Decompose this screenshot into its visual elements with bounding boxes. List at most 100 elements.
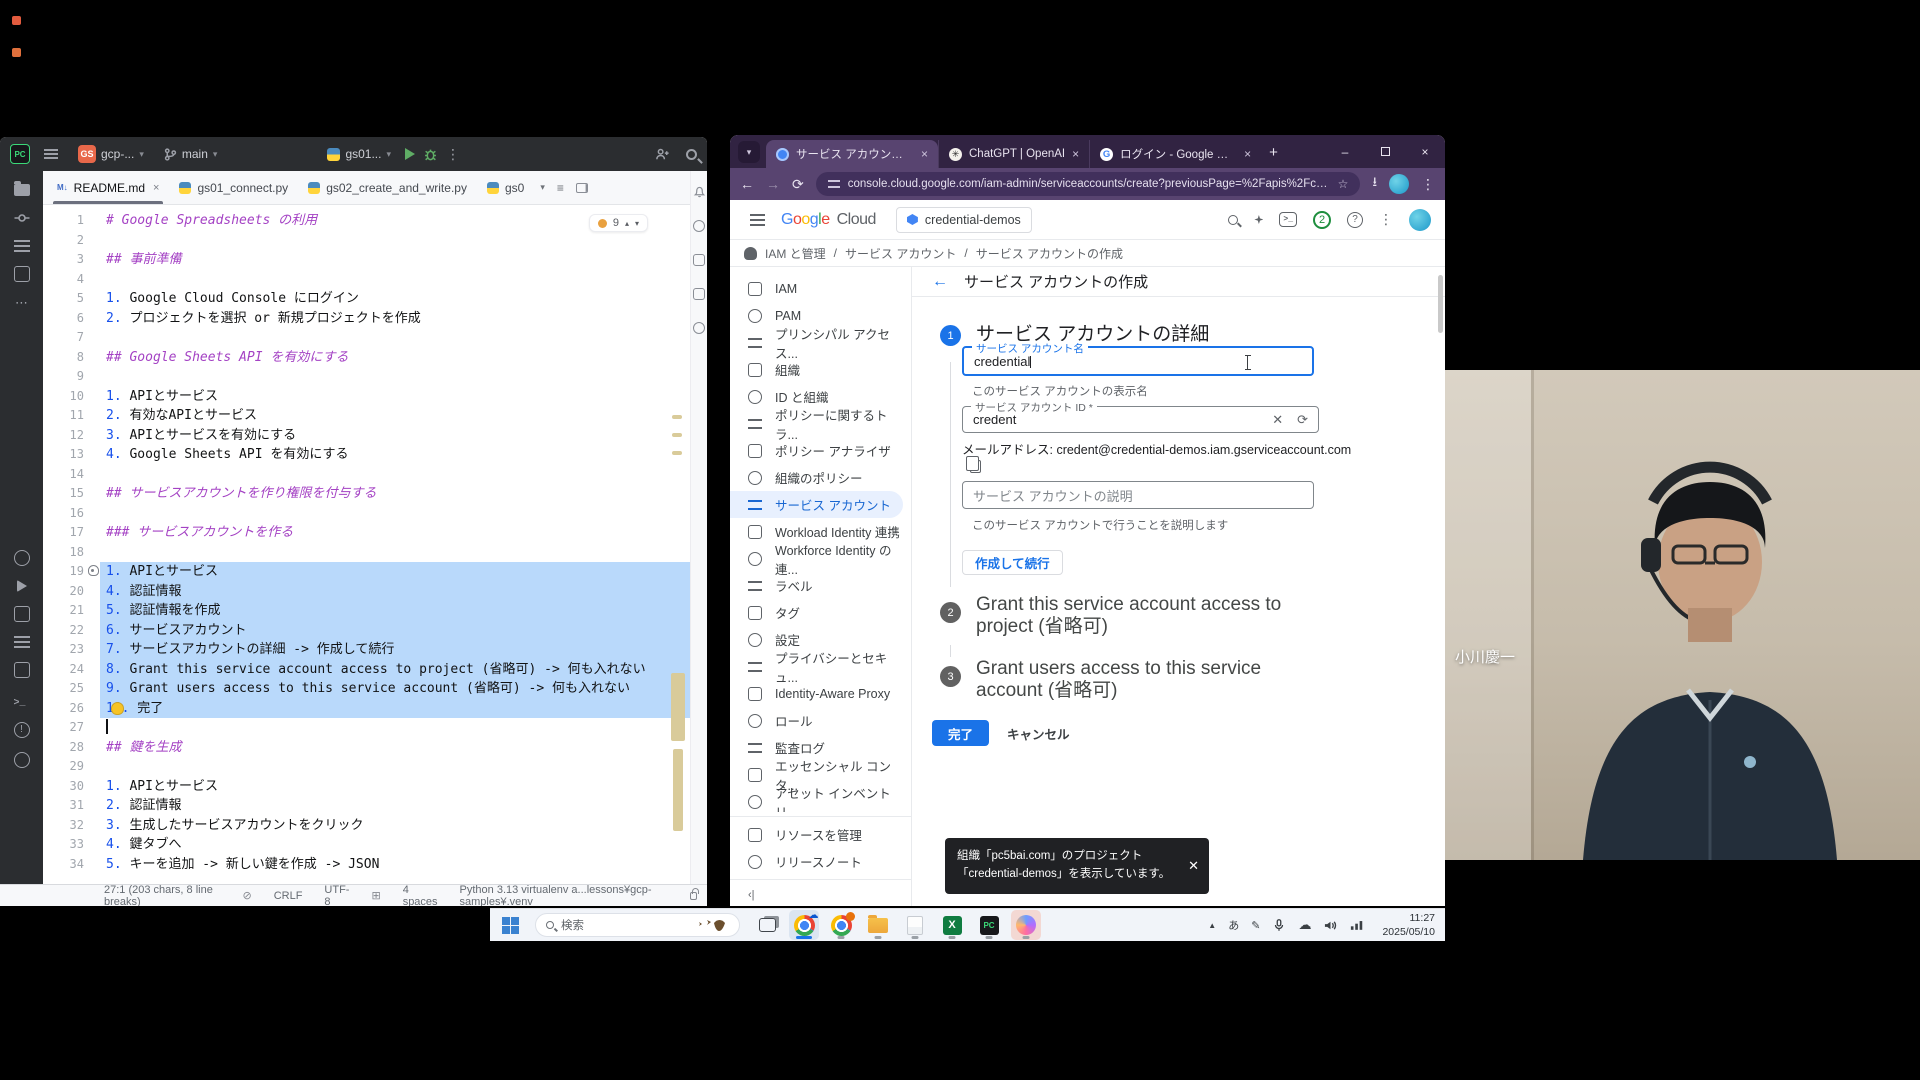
search-everywhere-icon[interactable] — [686, 149, 697, 160]
gemini-icon[interactable] — [1254, 215, 1263, 224]
nav-menu-icon[interactable] — [750, 219, 765, 221]
editor-line[interactable]: 301. APIとサービス — [43, 777, 690, 797]
taskbar-chrome-work[interactable] — [789, 910, 819, 940]
taskbar-excel[interactable] — [937, 910, 967, 940]
editor-line[interactable]: 17### サービスアカウントを作る — [43, 523, 690, 543]
editor-line[interactable]: 123. APIとサービスを有効にする — [43, 426, 690, 446]
sidebar-item[interactable]: ロール — [730, 707, 903, 734]
editor-line[interactable]: 101. APIとサービス — [43, 387, 690, 407]
run-button[interactable] — [405, 148, 415, 160]
editor-tab[interactable]: M↓README.md× — [47, 171, 169, 204]
editor-line[interactable]: 345. キーを追加 -> 新しい鍵を作成 -> JSON — [43, 855, 690, 875]
editor-line[interactable]: 334. 鍵タブへ — [43, 835, 690, 855]
tab-search-icon[interactable]: ▾ — [738, 141, 760, 163]
description-field[interactable]: サービス アカウントの説明 — [962, 481, 1314, 509]
reload-icon[interactable]: ⟳ — [792, 176, 804, 193]
editor-line[interactable]: 323. 生成したサービスアカウントをクリック — [43, 816, 690, 836]
sidebar-item[interactable]: 組織のポリシー — [730, 464, 903, 491]
hidden-tabs-chevron-icon[interactable]: ▾ — [540, 182, 545, 193]
sidebar-item[interactable]: サービス アカウント — [730, 491, 903, 518]
taskbar-chrome-personal[interactable] — [826, 910, 856, 940]
back-icon[interactable]: ← — [740, 176, 754, 192]
new-tab-button[interactable]: + — [1269, 144, 1278, 161]
editor-line[interactable]: 28## 鍵を生成 — [43, 738, 690, 758]
debug-button[interactable] — [423, 147, 438, 162]
editor-line[interactable]: 8## Google Sheets API を有効にする — [43, 348, 690, 368]
editor-line[interactable]: 15## サービスアカウントを作り権限を付与する — [43, 484, 690, 504]
sidebar-item[interactable]: ポリシー アナライザ — [730, 437, 903, 464]
python-interpreter[interactable]: Python 3.13 virtualenv a...lessons¥gcp-s… — [460, 884, 668, 907]
minimize-button[interactable]: – — [1325, 135, 1365, 168]
split-editor-icon[interactable] — [576, 183, 588, 193]
python-packages-tool-icon[interactable] — [14, 606, 30, 622]
close-tab-icon[interactable]: × — [1072, 147, 1079, 161]
editor-tab[interactable]: gs02_create_and_write.py — [298, 171, 477, 204]
copy-icon[interactable] — [970, 460, 981, 473]
ai-chat-tool-icon[interactable] — [693, 220, 705, 232]
editor-scrollbar[interactable] — [668, 205, 690, 884]
project-picker[interactable]: credential-demos — [896, 207, 1032, 233]
refresh-id-icon[interactable]: ⟳ — [1297, 412, 1308, 428]
taskbar-notepad[interactable] — [900, 910, 930, 940]
sidebar-collapse-icon[interactable]: ‹| — [730, 884, 911, 906]
structure-tool-icon[interactable] — [14, 240, 30, 252]
pen-icon[interactable]: ✎ — [1251, 919, 1260, 932]
indent-style[interactable]: 4 spaces — [403, 884, 438, 907]
cloud-shell-icon[interactable]: >_ — [1279, 212, 1297, 227]
editor-line[interactable]: 14 — [43, 465, 690, 485]
inspections-widget[interactable]: 9 ▴ ▾ — [589, 214, 648, 232]
editor-line[interactable]: 18 — [43, 543, 690, 563]
editor-line[interactable]: 16 — [43, 504, 690, 524]
editor-line[interactable]: 7 — [43, 328, 690, 348]
onedrive-cloud-icon[interactable]: ☁ — [1298, 917, 1311, 933]
database-stripe-icon[interactable] — [693, 254, 705, 266]
editor-line[interactable]: 27 — [43, 718, 690, 738]
close-tab-icon[interactable]: × — [153, 182, 159, 194]
tab-options-icon[interactable]: ≡ — [557, 181, 564, 195]
lock-icon[interactable] — [690, 892, 697, 900]
start-button[interactable] — [502, 917, 519, 934]
editor-line[interactable]: 4 — [43, 270, 690, 290]
taskbar-task-view[interactable] — [752, 910, 782, 940]
sidebar-item[interactable]: ポリシーに関するトラ... — [730, 410, 903, 437]
browser-tab[interactable]: ChatGPT | OpenAI× — [938, 140, 1089, 168]
vcs-tool-icon[interactable] — [14, 752, 30, 768]
breadcrumb-service-accounts[interactable]: サービス アカウント — [845, 245, 956, 262]
editor-line[interactable]: 3## 事前準備 — [43, 250, 690, 270]
editor-line[interactable]: 2 — [43, 231, 690, 251]
notifications-bell-icon[interactable] — [693, 185, 706, 198]
dependencies-stripe-icon[interactable] — [693, 288, 705, 300]
highlighting-level-icon[interactable]: ⊘ — [242, 889, 251, 902]
taskbar-search[interactable]: 検索 — [535, 913, 740, 937]
tray-overflow-chevron-icon[interactable]: ▲ — [1208, 921, 1216, 930]
back-arrow-icon[interactable]: ← — [932, 273, 948, 291]
browser-tab[interactable]: Gログイン - Google アカウント× — [1089, 140, 1261, 168]
maximize-button[interactable] — [1365, 135, 1405, 168]
services-tool-icon[interactable] — [14, 662, 30, 678]
file-encoding[interactable]: UTF-8 — [324, 884, 349, 907]
editor-line[interactable]: 204. 認証情報 — [43, 582, 690, 602]
taskbar-pycharm[interactable] — [974, 910, 1004, 940]
ai-assistant-tool-icon[interactable] — [14, 550, 30, 566]
editor-line[interactable]: 29 — [43, 757, 690, 777]
close-button[interactable]: × — [1405, 135, 1445, 168]
database-tool-icon[interactable] — [14, 636, 30, 648]
close-tab-icon[interactable]: × — [921, 147, 928, 161]
sidebar-item-manage-resources[interactable]: リソースを管理 — [730, 821, 903, 848]
editor-tab[interactable]: gs01_connect.py — [169, 171, 298, 204]
done-button[interactable]: 完了 — [932, 720, 989, 746]
notifications-badge[interactable]: 2 — [1313, 211, 1331, 229]
sidebar-item-release-notes[interactable]: リリースノート — [730, 848, 903, 875]
taskbar-clock[interactable]: 11:27 2025/05/10 — [1382, 911, 1435, 939]
commit-tool-icon[interactable] — [14, 210, 30, 226]
clear-id-icon[interactable]: ✕ — [1272, 412, 1283, 428]
prev-problem-icon[interactable]: ▴ — [625, 219, 629, 228]
sidebar-item[interactable]: タグ — [730, 599, 903, 626]
terminal-tool-icon[interactable] — [14, 692, 30, 708]
service-account-id-field[interactable]: サービス アカウント ID * credent ✕ ⟳ — [962, 406, 1319, 433]
sidebar-item[interactable]: プライバシーとセキュ... — [730, 653, 903, 680]
chrome-menu-icon[interactable]: ⋮ — [1421, 176, 1435, 193]
more-tool-windows-icon[interactable]: ⋯ — [14, 296, 30, 312]
cancel-button[interactable]: キャンセル — [1007, 720, 1070, 746]
editor-tab[interactable]: gs0 — [477, 171, 534, 204]
